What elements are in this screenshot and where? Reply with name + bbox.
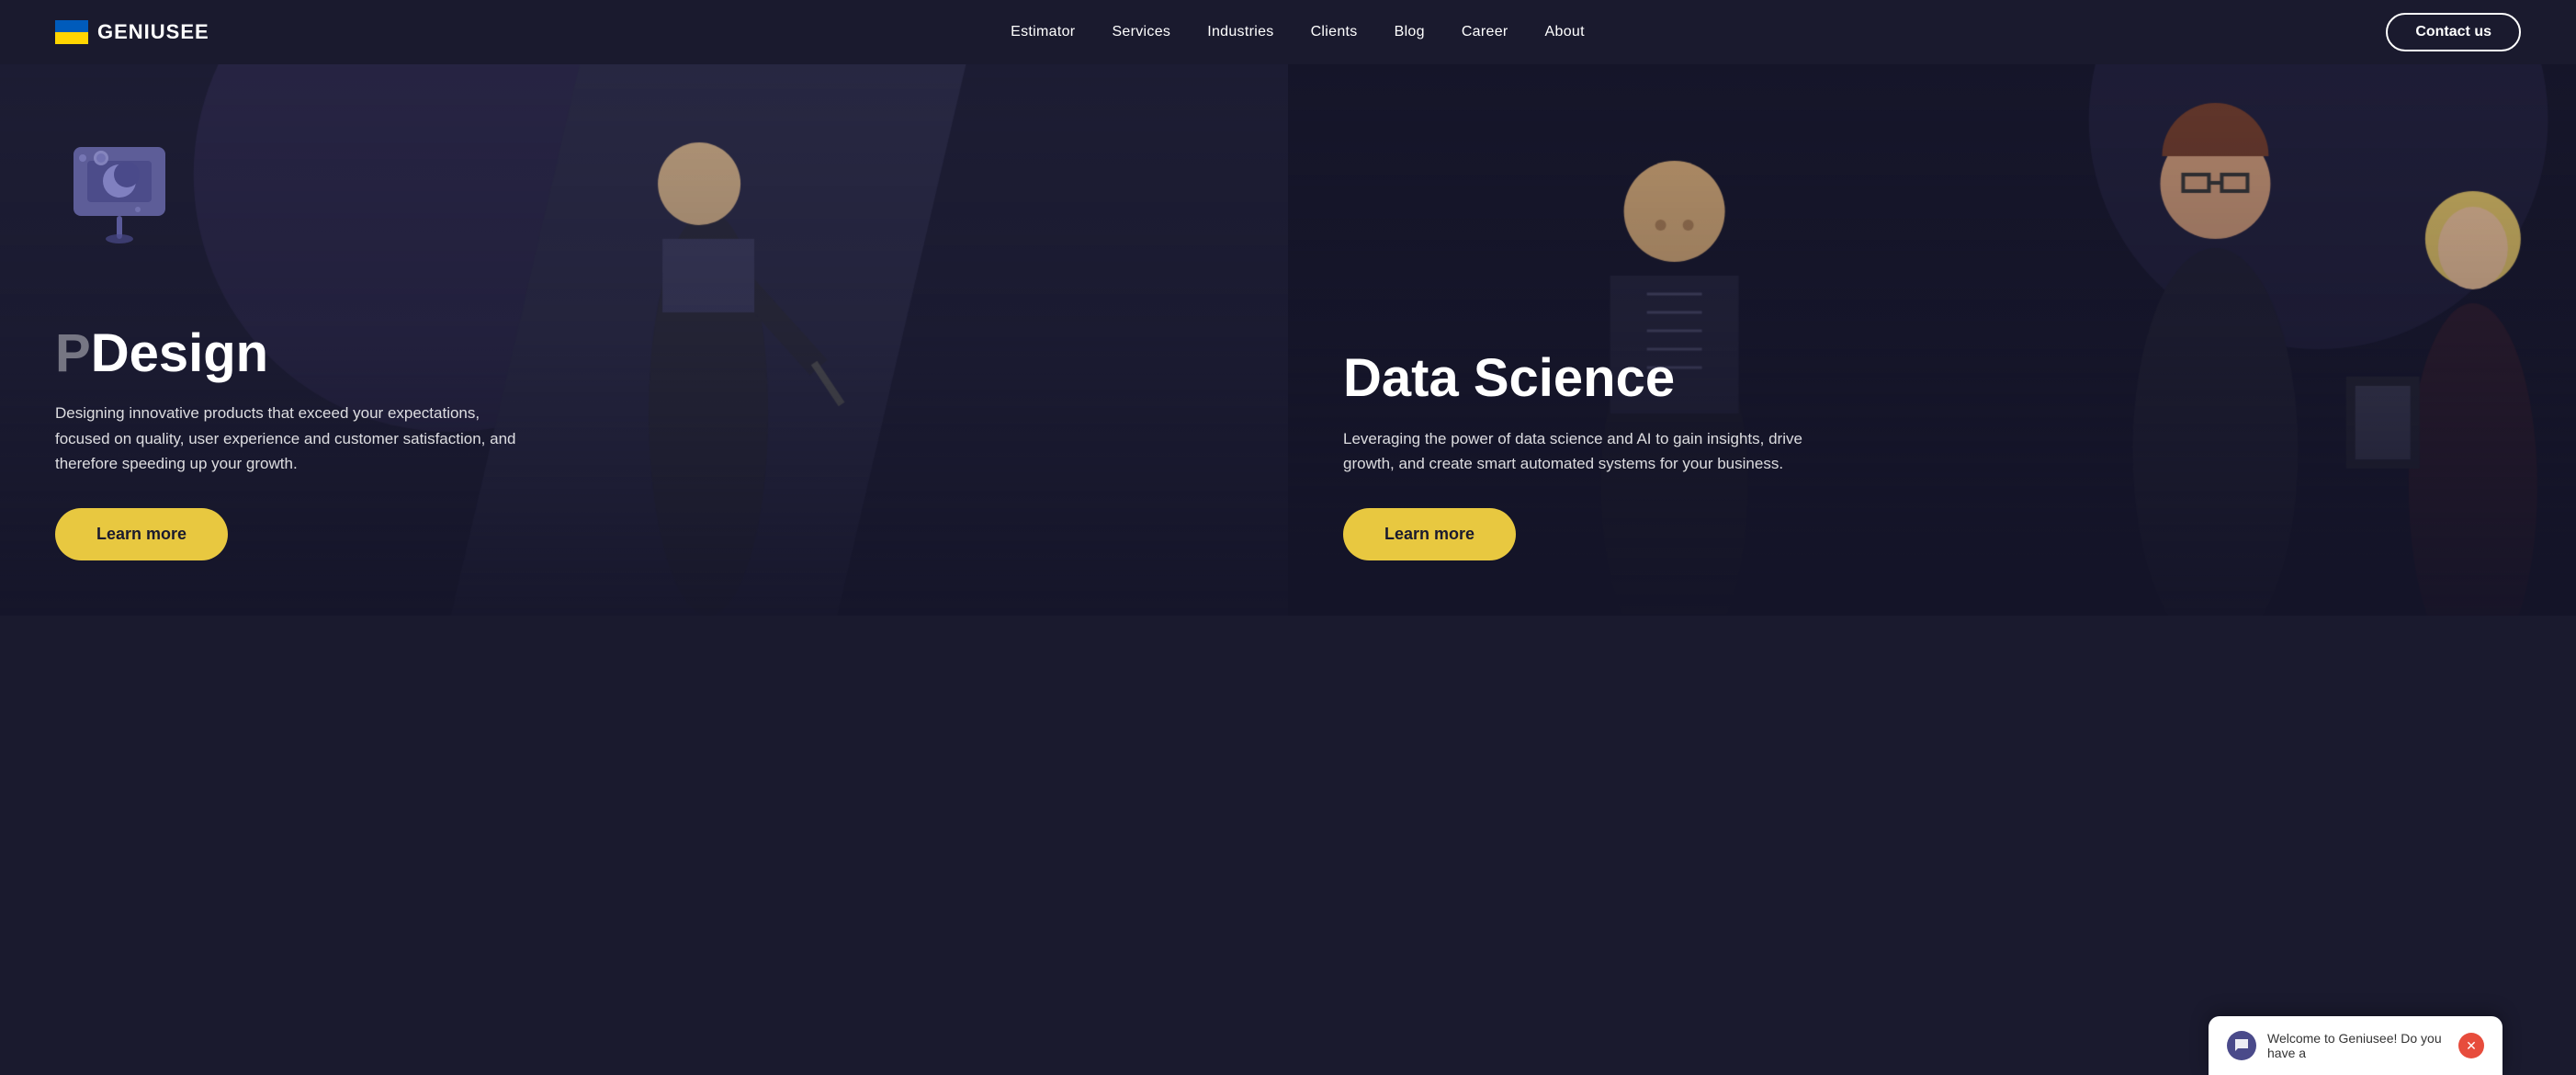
nav-links: Estimator Services Industries Clients Bl… [1011,24,1585,40]
data-science-card: Data Science Leveraging the power of dat… [1288,64,2576,616]
design-learn-more-button[interactable]: Learn more [55,508,228,560]
chat-close-button[interactable]: ✕ [2458,1033,2484,1058]
data-science-description: Leveraging the power of data science and… [1343,426,1821,476]
main-content: PDesign Designing innovative products th… [0,64,2576,616]
data-science-learn-more-button[interactable]: Learn more [1343,508,1516,560]
design-title: PDesign [55,324,1242,383]
nav-item-career[interactable]: Career [1462,24,1508,40]
design-icon-wrapper [46,110,193,262]
nav-item-estimator[interactable]: Estimator [1011,24,1075,40]
design-title-prefix: P [55,323,91,383]
design-card: PDesign Designing innovative products th… [0,64,1288,616]
chat-widget: Welcome to Geniusee! Do you have a ✕ [2209,1016,2503,1075]
nav-item-about[interactable]: About [1545,24,1585,40]
chat-bubble-icon [2233,1037,2250,1054]
data-science-title: Data Science [1343,349,2530,408]
ukraine-flag-icon [55,20,88,44]
nav-item-clients[interactable]: Clients [1311,24,1358,40]
nav-item-industries[interactable]: Industries [1207,24,1273,40]
design-card-content: PDesign Designing innovative products th… [55,324,1242,560]
navbar: GENIUSEE Estimator Services Industries C… [0,0,2576,64]
design-icon [46,110,193,257]
chat-message: Welcome to Geniusee! Do you have a [2267,1031,2447,1060]
nav-item-services[interactable]: Services [1112,24,1170,40]
chat-icon [2227,1031,2256,1060]
contact-button[interactable]: Contact us [2386,13,2521,51]
logo[interactable]: GENIUSEE [55,20,209,44]
logo-text: GENIUSEE [97,20,209,44]
nav-item-blog[interactable]: Blog [1395,24,1425,40]
design-description: Designing innovative products that excee… [55,401,533,476]
data-science-card-content: Data Science Leveraging the power of dat… [1343,349,2530,560]
